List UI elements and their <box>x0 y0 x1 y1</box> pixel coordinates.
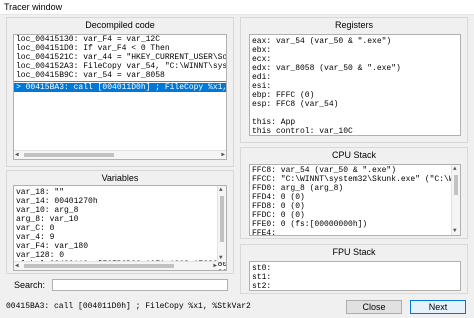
decompiled-code-line[interactable]: loc_004151З0: var_F4 = var_12C <box>14 35 226 44</box>
register-line[interactable]: edi: <box>250 73 460 82</box>
variables-vertical-scrollbar[interactable]: ▲ ▼ <box>217 186 226 262</box>
cpu-stack-panel: CPU Stack FFC8: var_54 (var_50 & ".exe")… <box>240 147 468 239</box>
register-line[interactable] <box>250 109 460 118</box>
variable-line[interactable]: var_4: 9 <box>14 233 226 242</box>
decompiled-code-line[interactable]: loc_004152A3: FileCopy var_54, "C:\WINNT… <box>14 62 226 71</box>
variable-line[interactable]: var_14: 00401270h <box>14 197 226 206</box>
decompiled-separator <box>14 81 226 82</box>
cpu-stack-vertical-scrollbar[interactable]: ▲ ▼ <box>451 165 460 235</box>
cpu-stack-line[interactable]: FFE4: <box>250 229 460 235</box>
variable-line[interactable]: var_18: "" <box>14 188 226 197</box>
cpu-stack-line[interactable]: FFD4: 0 (0) <box>250 193 460 202</box>
variable-line[interactable]: var_C: 0 <box>14 224 226 233</box>
fpu-stack-line[interactable]: st1: <box>250 273 460 282</box>
variables-title: Variables <box>101 173 139 183</box>
cpu-stack-line[interactable]: FFD0: arg_8 (arg_8) <box>250 184 460 193</box>
cpu-stack-line[interactable]: FFCC: "C:\WINNT\system32\Skunk.exe" ("C:… <box>250 175 460 184</box>
cpu-stack-line[interactable]: FFDC: 0 (0) <box>250 211 460 220</box>
variable-line[interactable]: arg_8: var_10 <box>14 215 226 224</box>
search-input[interactable] <box>52 279 228 291</box>
variable-line[interactable]: var_10: arg_8 <box>14 206 226 215</box>
register-line[interactable]: eax: var_54 (var_50 & ".exe") <box>250 37 460 46</box>
fpu-stack-list[interactable]: st0: st1: st2: <box>249 261 461 291</box>
register-line[interactable]: ecx: <box>250 55 460 64</box>
scroll-up-icon[interactable]: ▲ <box>219 187 223 193</box>
registers-list[interactable]: eax: var_54 (var_50 & ".exe") ebx: ecx: edx… <box>249 34 461 136</box>
window-titlebar: Tracer window <box>0 0 474 15</box>
scroll-left-icon[interactable]: ◀ <box>15 263 19 269</box>
variables-panel: Variables var_18: "" var_14: 00401270h var… <box>6 170 234 274</box>
decompiled-code-title: Decompiled code <box>85 20 155 30</box>
decompiled-code-list[interactable]: loc_004151З0: var_F4 = var_12C loc_004151… <box>13 34 227 160</box>
search-label: Search: <box>14 280 46 290</box>
decompiled-code-line[interactable]: loc_0041521C: var_44 = "HKEY_CURRENT_USE… <box>14 53 226 62</box>
scroll-left-icon[interactable]: ◀ <box>15 152 19 158</box>
decompiled-horizontal-scrollbar[interactable]: ◀ ▶ <box>14 150 226 159</box>
next-button[interactable]: Next <box>410 300 466 314</box>
register-line[interactable]: this control: var_10C <box>250 127 460 135</box>
cpu-stack-line[interactable]: FFC8: var_54 (var_50 & ".exe") <box>250 166 460 175</box>
decompiled-code-panel: Decompiled code loc_004151З0: var_F4 = v… <box>6 17 234 167</box>
close-button[interactable]: Close <box>346 300 402 314</box>
cpu-stack-line[interactable]: FFD8: 0 (0) <box>250 202 460 211</box>
scroll-down-icon[interactable]: ▼ <box>219 255 223 261</box>
register-line[interactable]: esp: FFC8 (var_54) <box>250 100 460 109</box>
cpu-stack-title: CPU Stack <box>331 150 376 160</box>
fpu-stack-panel: FPU Stack st0: st1: st2: <box>240 244 468 294</box>
variable-line[interactable]: var_128: 0 <box>14 251 226 260</box>
cpu-stack-list[interactable]: FFC8: var_54 (var_50 & ".exe") FFCC: "C:\… <box>249 164 461 236</box>
decompiled-scroll-thumb[interactable] <box>24 153 114 157</box>
register-line[interactable]: ebx: <box>250 46 460 55</box>
registers-panel: Registers eax: var_54 (var_50 & ".exe") e… <box>240 17 468 143</box>
fpu-stack-line[interactable]: st2: <box>250 282 460 290</box>
scroll-right-icon[interactable]: ▶ <box>221 152 225 158</box>
fpu-stack-title: FPU Stack <box>332 247 376 257</box>
decompiled-code-line[interactable]: loc_00415B9C: var_54 = var_8058 <box>14 71 226 80</box>
register-line[interactable]: this: App <box>250 118 460 127</box>
fpu-stack-line[interactable]: st0: <box>250 264 460 273</box>
variables-vscroll-thumb[interactable] <box>220 196 224 242</box>
decompiled-selected-line[interactable]: > 00415BA3: call [004011D0h] ; FileCopy … <box>14 83 226 92</box>
window-title: Tracer window <box>4 2 63 12</box>
scroll-down-icon[interactable]: ▼ <box>453 228 457 234</box>
variables-horizontal-scrollbar[interactable]: ◀ ▶ <box>14 261 218 270</box>
cpu-stack-line[interactable]: FFE0: 0 (fs:[00000000h]) <box>250 220 460 229</box>
scroll-up-icon[interactable]: ▲ <box>453 166 457 172</box>
status-text: 00415BA3: call [004011D0h] ; FileCopy %x… <box>6 302 251 311</box>
scroll-right-icon[interactable]: ▶ <box>213 263 217 269</box>
cpu-stack-scroll-thumb[interactable] <box>454 175 458 195</box>
register-line[interactable]: esi: <box>250 82 460 91</box>
variable-line[interactable]: var_F4: var_180 <box>14 242 226 251</box>
register-line[interactable]: ebp: FFFC (0) <box>250 91 460 100</box>
decompiled-code-line[interactable]: loc_004151D0: If var_F4 < 0 Then <box>14 44 226 53</box>
register-line[interactable]: edx: var_8058 (var_50 & ".exe") <box>250 64 460 73</box>
variables-list[interactable]: var_18: "" var_14: 00401270h var_10: arg_8… <box>13 185 227 271</box>
registers-title: Registers <box>334 20 373 30</box>
variables-hscroll-thumb[interactable] <box>24 264 174 268</box>
